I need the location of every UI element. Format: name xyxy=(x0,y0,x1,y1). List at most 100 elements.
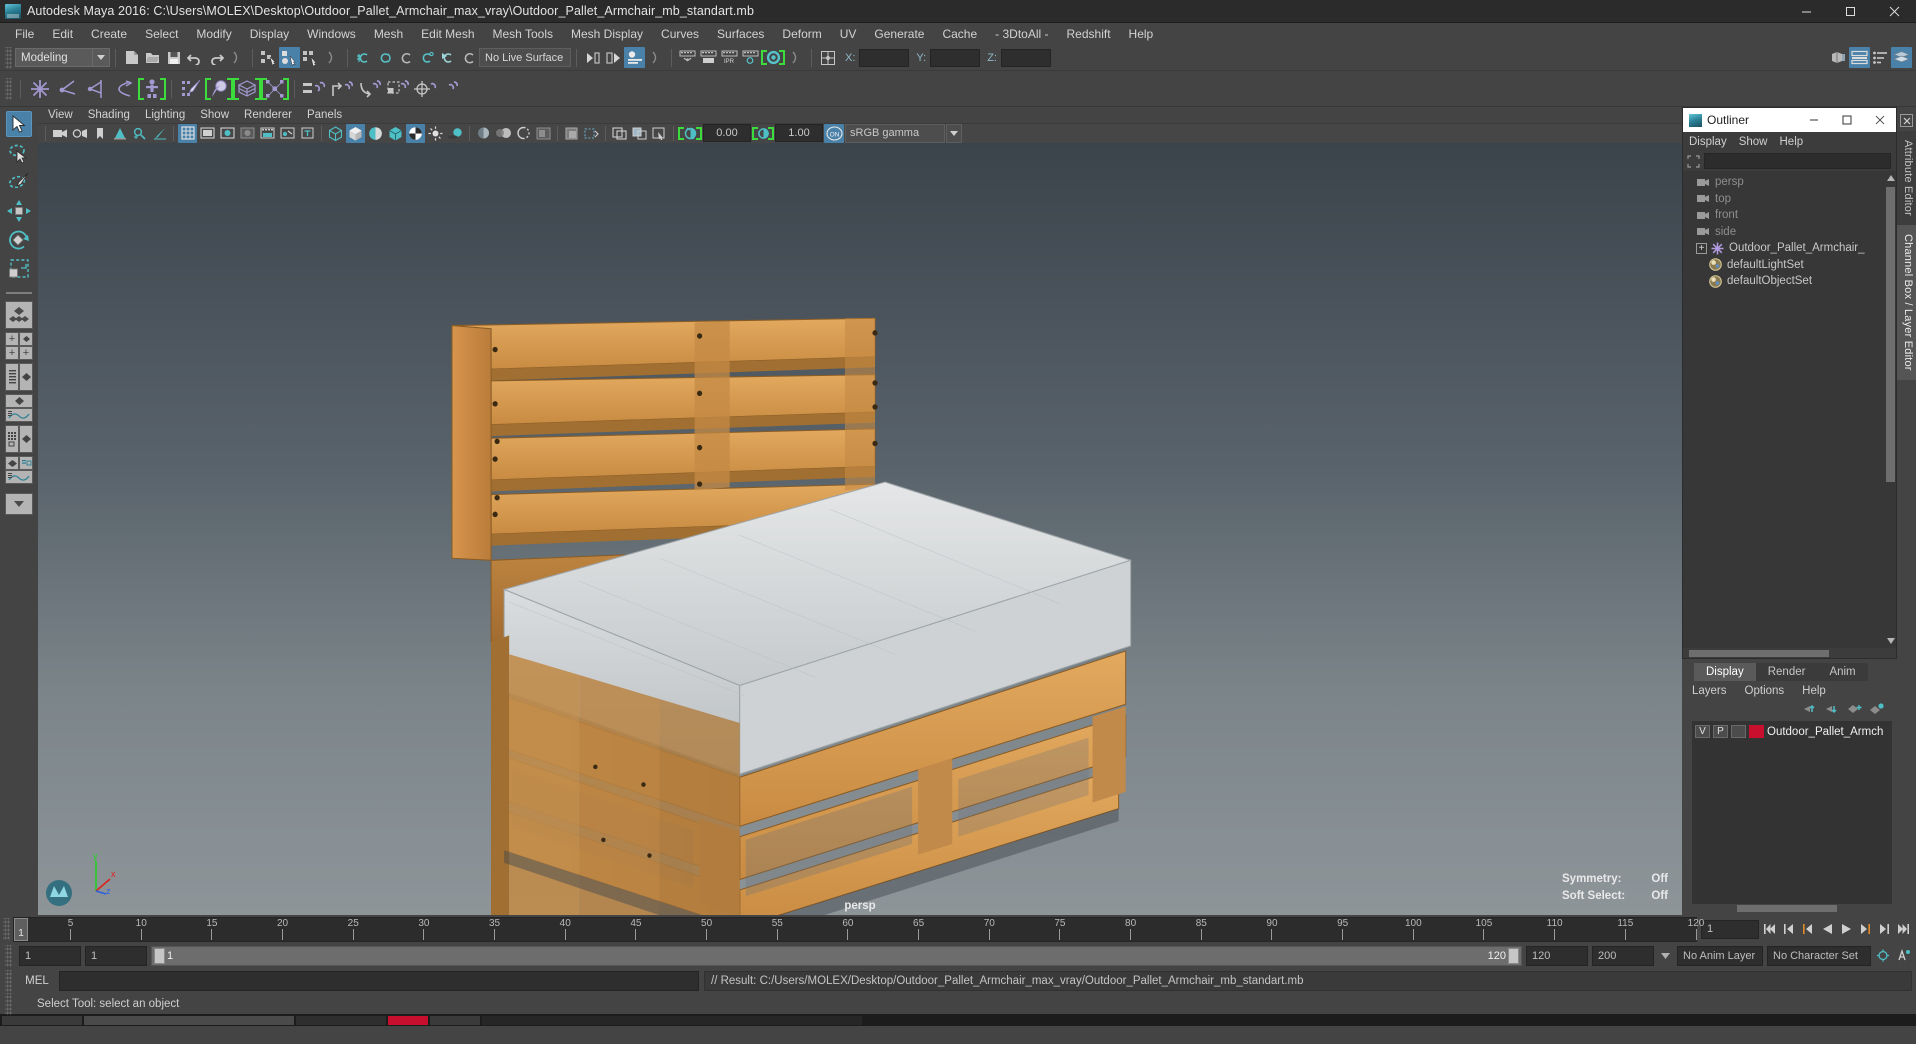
textured-icon[interactable] xyxy=(406,123,425,143)
outliner-row-top[interactable]: top xyxy=(1683,191,1896,208)
wireframe-icon[interactable] xyxy=(326,124,345,143)
character-set-select[interactable]: No Character Set xyxy=(1767,945,1871,966)
render-view-icon[interactable] xyxy=(582,47,603,68)
unparent-icon[interactable] xyxy=(328,75,356,103)
range-end-handle[interactable] xyxy=(1508,947,1519,964)
resolution-gate-icon[interactable] xyxy=(218,124,237,143)
rail-tab-attribute-editor[interactable]: Attribute Editor xyxy=(1897,131,1916,225)
outliner-row-front[interactable]: front xyxy=(1683,207,1896,224)
viewport-menu-renderer[interactable]: Renderer xyxy=(244,109,303,121)
ipr-render-icon[interactable]: IPR xyxy=(719,47,740,68)
smooth-shade-icon[interactable] xyxy=(346,123,365,143)
toolbar-grip[interactable] xyxy=(5,944,12,967)
taskbar-item[interactable] xyxy=(430,1015,480,1025)
menu-deform[interactable]: Deform xyxy=(773,24,830,44)
taskbar-item[interactable] xyxy=(2,1015,82,1025)
paint-weights-icon[interactable] xyxy=(177,75,205,103)
play-backwards-icon[interactable] xyxy=(1819,920,1835,939)
chevron-down-icon[interactable] xyxy=(1658,952,1673,959)
render-settings-icon[interactable] xyxy=(624,47,645,68)
bookmarks-icon[interactable] xyxy=(90,124,109,143)
parent-icon[interactable] xyxy=(300,75,328,103)
camera-settings-icon[interactable] xyxy=(70,124,89,143)
snap-grid-icon[interactable] xyxy=(353,47,374,68)
cluster-icon[interactable] xyxy=(261,75,289,103)
layer-menu-layers[interactable]: Layers xyxy=(1692,685,1745,697)
tab-render[interactable]: Render xyxy=(1755,663,1818,681)
menu-edit-mesh[interactable]: Edit Mesh xyxy=(412,24,483,44)
menu-uv[interactable]: UV xyxy=(831,24,866,44)
close-panel-icon[interactable] xyxy=(1900,114,1913,127)
animation-preferences-icon[interactable] xyxy=(1875,946,1891,965)
render-sequence-icon[interactable] xyxy=(677,47,698,68)
render-region-icon[interactable] xyxy=(698,47,719,68)
more-layouts-button[interactable] xyxy=(5,493,33,515)
menu-3dtoall[interactable]: - 3DtoAll - xyxy=(986,24,1057,44)
outliner-row-default-light-set[interactable]: defaultLightSet xyxy=(1683,257,1896,274)
color-management-toggle-icon[interactable]: ON xyxy=(824,123,844,143)
menu-file[interactable]: File xyxy=(6,24,43,44)
isolate-select-icon[interactable] xyxy=(534,124,553,143)
taskbar-item[interactable] xyxy=(388,1015,428,1025)
auto-keyframe-icon[interactable] xyxy=(1895,946,1911,965)
scrollbar-thumb[interactable] xyxy=(1886,187,1895,482)
expand-plus-icon[interactable]: + xyxy=(1696,242,1707,254)
maximize-icon[interactable] xyxy=(1828,0,1872,22)
hypershade-persp-layout[interactable] xyxy=(5,425,33,453)
outliner-menu-display[interactable]: Display xyxy=(1689,136,1736,148)
anim-layer-select[interactable]: No Anim Layer xyxy=(1677,945,1763,966)
menu-set-selector[interactable]: Modeling xyxy=(15,48,93,67)
outliner-row-persp[interactable]: persp xyxy=(1683,174,1896,191)
range-start-field[interactable]: 1 xyxy=(85,945,147,966)
close-icon[interactable] xyxy=(1872,0,1916,22)
animation-end-field[interactable]: 200 xyxy=(1592,945,1654,966)
axis-x-field[interactable] xyxy=(859,48,910,67)
step-forward-frame-icon[interactable] xyxy=(1857,920,1873,939)
menu-mesh[interactable]: Mesh xyxy=(365,24,412,44)
outliner-horizontal-scrollbar[interactable] xyxy=(1683,648,1896,658)
scale-axis-icon[interactable] xyxy=(82,75,110,103)
menu-cache[interactable]: Cache xyxy=(933,24,986,44)
toolbar-grip[interactable] xyxy=(5,46,12,69)
input-output-icon[interactable] xyxy=(817,47,838,68)
perspective-viewport[interactable]: Symmetry: Off Soft Select: Off persp y x… xyxy=(38,143,1682,915)
flat-shade-icon[interactable] xyxy=(366,124,385,143)
range-end-field[interactable]: 120 xyxy=(1526,945,1588,966)
expand-right-icon[interactable] xyxy=(226,47,247,68)
lattice-icon[interactable] xyxy=(233,75,261,103)
outliner-search-input[interactable] xyxy=(1704,153,1891,169)
move-layer-up-icon[interactable] xyxy=(1803,703,1819,715)
toolbar-grip[interactable] xyxy=(3,918,10,940)
open-scene-icon[interactable] xyxy=(142,47,163,68)
range-slider-bar[interactable]: 1 120 xyxy=(151,945,1522,966)
outliner-menu-show[interactable]: Show xyxy=(1739,136,1777,148)
layer-color-swatch[interactable] xyxy=(1749,725,1764,738)
move-snap-icon[interactable] xyxy=(26,75,54,103)
render-globals-icon[interactable] xyxy=(740,47,761,68)
group-icon[interactable] xyxy=(356,75,384,103)
redo-icon[interactable] xyxy=(205,47,226,68)
range-start-handle[interactable] xyxy=(154,947,165,964)
render-current-frame-icon[interactable] xyxy=(603,47,624,68)
persp-graph-outliner-layout[interactable] xyxy=(5,456,33,484)
single-perspective-layout[interactable] xyxy=(5,301,33,329)
constraint-icon[interactable] xyxy=(412,75,440,103)
outliner-row-default-object-set[interactable]: defaultObjectSet xyxy=(1683,273,1896,290)
viewport-menu-panels[interactable]: Panels xyxy=(307,109,353,121)
make-live-icon[interactable] xyxy=(458,47,479,68)
viewport-menu-shading[interactable]: Shading xyxy=(88,109,141,121)
snap-view-plane-icon[interactable] xyxy=(437,47,458,68)
scroll-down-icon[interactable] xyxy=(1886,636,1895,646)
save-scene-icon[interactable] xyxy=(163,47,184,68)
layer-visibility-toggle[interactable]: V xyxy=(1695,725,1710,738)
undo-icon[interactable] xyxy=(184,47,205,68)
menu-windows[interactable]: Windows xyxy=(298,24,365,44)
tab-display[interactable]: Display xyxy=(1694,663,1756,681)
paint-select-tool[interactable] xyxy=(6,169,32,195)
mirror-icon[interactable] xyxy=(110,75,138,103)
grease-pencil-icon[interactable] xyxy=(150,124,169,143)
lasso-select-tool[interactable] xyxy=(6,140,32,166)
step-back-keyframe-icon[interactable] xyxy=(1781,920,1797,939)
layer-row[interactable]: V P Outdoor_Pallet_Armch xyxy=(1692,723,1892,740)
text-gate-icon[interactable] xyxy=(298,124,317,143)
